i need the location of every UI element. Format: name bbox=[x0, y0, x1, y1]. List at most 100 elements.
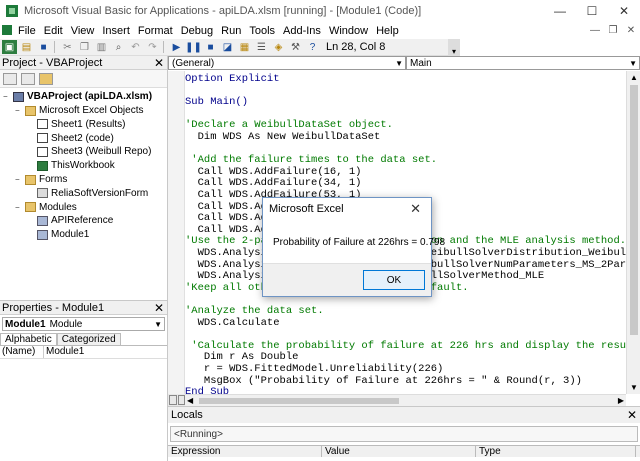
standard-toolbar: ▣ ▤ ■ ✂ ❐ ▥ ⌕ ↶ ↷ ▶ ❚❚ ■ ◪ ▦ ☰ ◈ ⚒ ? Ln … bbox=[0, 39, 460, 56]
column-expression[interactable]: Expression bbox=[168, 446, 322, 457]
design-mode-icon[interactable]: ◪ bbox=[220, 40, 235, 54]
toggle-folders-icon[interactable] bbox=[39, 72, 53, 85]
view-mode-buttons bbox=[168, 394, 185, 406]
tab-categorized[interactable]: Categorized bbox=[56, 333, 121, 345]
paste-icon[interactable]: ▥ bbox=[94, 40, 109, 54]
code-line[interactable]: MsgBox ("Probability of Failure at 226hr… bbox=[185, 375, 582, 387]
tree-item[interactable]: − Microsoft Excel Objects bbox=[15, 104, 143, 118]
find-icon[interactable]: ⌕ bbox=[111, 40, 126, 54]
object-combo[interactable]: (General) ▼ bbox=[168, 56, 406, 70]
tree-item[interactable]: − Forms bbox=[15, 173, 67, 187]
folder-icon bbox=[25, 202, 36, 213]
column-value[interactable]: Value bbox=[322, 446, 476, 457]
toolbar-options-icon[interactable]: ▾ bbox=[448, 39, 460, 56]
project-explorer-icon[interactable]: ▦ bbox=[237, 40, 252, 54]
code-line[interactable]: Dim WDS As New WeibullDataSet bbox=[185, 131, 381, 143]
ok-button[interactable]: OK bbox=[363, 270, 425, 290]
tree-item[interactable]: APIReference bbox=[27, 214, 113, 228]
code-vertical-scrollbar[interactable]: ▲ ▼ bbox=[626, 71, 640, 394]
scroll-left-icon[interactable]: ◀ bbox=[187, 396, 193, 405]
menu-file[interactable]: File bbox=[14, 25, 40, 37]
collapse-icon[interactable]: − bbox=[3, 92, 11, 101]
collapse-icon[interactable]: − bbox=[15, 106, 23, 115]
property-row[interactable]: (Name) Module1 bbox=[0, 346, 167, 359]
run-icon[interactable]: ▶ bbox=[169, 40, 184, 54]
collapse-icon[interactable]: − bbox=[15, 175, 23, 184]
menu-debug[interactable]: Debug bbox=[177, 25, 217, 37]
redo-icon[interactable]: ↷ bbox=[145, 40, 160, 54]
menu-format[interactable]: Format bbox=[134, 25, 177, 37]
code-line[interactable]: 'Analyze the data set. bbox=[185, 305, 324, 317]
mdi-minimize-button[interactable]: — bbox=[586, 22, 604, 39]
copy-icon[interactable]: ❐ bbox=[77, 40, 92, 54]
mdi-close-button[interactable]: ✕ bbox=[622, 22, 640, 39]
cut-icon[interactable]: ✂ bbox=[60, 40, 75, 54]
tree-item[interactable]: Sheet3 (Weibull Repo) bbox=[27, 145, 151, 159]
locals-close-icon[interactable]: ✕ bbox=[627, 408, 637, 422]
code-line[interactable]: Call WDS.AddFailure(16, 1) bbox=[185, 166, 362, 178]
toolbox-icon[interactable]: ⚒ bbox=[288, 40, 303, 54]
tree-item-label: Sheet3 (Weibull Repo) bbox=[51, 146, 152, 158]
menu-help[interactable]: Help bbox=[372, 25, 403, 37]
break-icon[interactable]: ❚❚ bbox=[185, 40, 202, 54]
dialog-close-icon[interactable]: ✕ bbox=[410, 201, 421, 217]
code-line[interactable]: Option Explicit bbox=[185, 73, 280, 85]
tree-item[interactable]: ReliaSoftVersionForm bbox=[27, 187, 148, 201]
tree-item[interactable]: Sheet1 (Results) bbox=[27, 118, 125, 132]
maximize-button[interactable]: ☐ bbox=[576, 0, 608, 22]
column-type[interactable]: Type bbox=[476, 446, 636, 457]
tree-item[interactable]: − Modules bbox=[15, 200, 77, 214]
menu-insert[interactable]: Insert bbox=[98, 25, 134, 37]
code-margin[interactable] bbox=[168, 71, 185, 394]
code-line[interactable]: Dim r As Double bbox=[185, 351, 299, 363]
code-line[interactable]: 'Declare a WeibullDataSet object. bbox=[185, 119, 393, 131]
mdi-restore-button[interactable]: ❐ bbox=[604, 22, 622, 39]
scroll-thumb[interactable] bbox=[630, 85, 638, 335]
scroll-right-icon[interactable]: ▶ bbox=[618, 396, 624, 405]
menu-run[interactable]: Run bbox=[217, 25, 245, 37]
project-explorer-panel: Project - VBAProject ✕ − VBAProject (apiL… bbox=[0, 56, 168, 300]
scroll-down-icon[interactable]: ▼ bbox=[630, 383, 638, 392]
help-icon[interactable]: ? bbox=[305, 40, 320, 54]
view-object-icon[interactable] bbox=[21, 72, 35, 85]
procedure-combo[interactable]: Main ▼ bbox=[406, 56, 640, 70]
properties-panel-close-icon[interactable]: ✕ bbox=[154, 301, 164, 315]
tree-item[interactable]: − VBAProject (apiLDA.xlsm) bbox=[3, 90, 152, 104]
code-line[interactable]: r = WDS.FittedModel.Unreliability(226) bbox=[185, 363, 443, 375]
procedure-view-icon[interactable] bbox=[169, 395, 177, 405]
sheet-icon bbox=[37, 133, 48, 144]
reset-icon[interactable]: ■ bbox=[203, 40, 218, 54]
code-line[interactable]: Call WDS.AddFailure(34, 1) bbox=[185, 177, 362, 189]
tree-item[interactable]: Sheet2 (code) bbox=[27, 131, 114, 145]
code-line[interactable]: WDS.Calculate bbox=[185, 317, 280, 329]
collapse-icon[interactable]: − bbox=[15, 203, 23, 212]
properties-object-select[interactable]: Module1 Module ▼ bbox=[2, 317, 165, 331]
properties-window-icon[interactable]: ☰ bbox=[254, 40, 269, 54]
full-module-view-icon[interactable] bbox=[177, 395, 185, 405]
insert-module-icon[interactable]: ▤ bbox=[19, 40, 34, 54]
view-excel-icon[interactable]: ▣ bbox=[2, 40, 17, 54]
tree-item[interactable]: ThisWorkbook bbox=[27, 159, 115, 173]
project-panel-close-icon[interactable]: ✕ bbox=[154, 56, 164, 70]
minimize-button[interactable]: — bbox=[544, 0, 576, 22]
code-line[interactable]: Sub Main() bbox=[185, 96, 248, 108]
code-line[interactable]: 'Add the failure times to the data set. bbox=[185, 154, 437, 166]
menu-tools[interactable]: Tools bbox=[245, 25, 279, 37]
scroll-thumb[interactable] bbox=[199, 398, 399, 404]
object-browser-icon[interactable]: ◈ bbox=[271, 40, 286, 54]
code-line[interactable]: 'Calculate the probability of failure at… bbox=[185, 340, 640, 352]
tree-item[interactable]: Module1 bbox=[27, 228, 89, 242]
tab-alphabetic[interactable]: Alphabetic bbox=[0, 333, 57, 345]
menu-view[interactable]: View bbox=[67, 25, 99, 37]
undo-icon[interactable]: ↶ bbox=[128, 40, 143, 54]
save-icon[interactable]: ■ bbox=[36, 40, 51, 54]
menu-add-ins[interactable]: Add-Ins bbox=[279, 25, 325, 37]
property-value[interactable]: Module1 bbox=[44, 346, 84, 358]
code-horizontal-scrollbar[interactable]: ◀ ▶ bbox=[185, 394, 626, 406]
close-window-button[interactable]: ✕ bbox=[608, 0, 640, 22]
scroll-up-icon[interactable]: ▲ bbox=[630, 73, 638, 82]
menu-excel-icon[interactable] bbox=[2, 25, 12, 35]
view-code-icon[interactable] bbox=[3, 72, 17, 85]
menu-window[interactable]: Window bbox=[325, 25, 372, 37]
menu-edit[interactable]: Edit bbox=[40, 25, 67, 37]
